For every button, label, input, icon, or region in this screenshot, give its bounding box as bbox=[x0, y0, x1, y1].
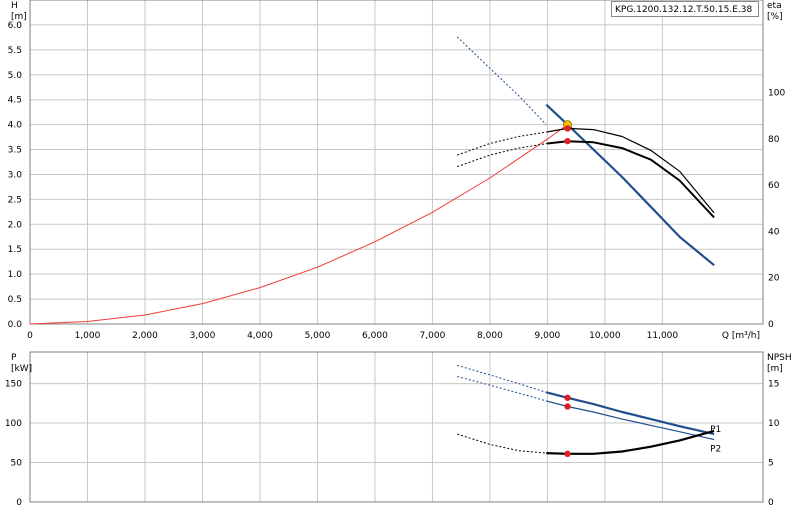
y-tick-label: 5.5 bbox=[8, 46, 22, 56]
x-tick-label: 11,000 bbox=[647, 331, 679, 341]
y-tick-label: 2.0 bbox=[8, 220, 23, 230]
y-tick-label: 0 bbox=[16, 498, 22, 508]
y2-axis-label: [m] bbox=[767, 364, 783, 374]
y2-tick-label: 20 bbox=[768, 274, 780, 284]
y2-axis-label: eta bbox=[767, 1, 782, 11]
y-tick-label: 2.5 bbox=[8, 195, 22, 205]
y-tick-label: 150 bbox=[5, 380, 22, 390]
y2-tick-label: 15 bbox=[768, 380, 779, 390]
series-p1-dashed bbox=[457, 364, 547, 393]
x-tick-label: 3,000 bbox=[190, 331, 216, 341]
series-p2-dashed bbox=[457, 376, 547, 402]
x-tick-label: 6,000 bbox=[362, 331, 388, 341]
y2-tick-label: 100 bbox=[768, 89, 785, 99]
series-npsh-dashed bbox=[457, 433, 547, 454]
series-efficiency-upper-dashed bbox=[457, 131, 548, 156]
x-tick-label: 5,000 bbox=[305, 331, 331, 341]
series-label-p1: P1 bbox=[710, 425, 721, 435]
y2-tick-label: 5 bbox=[768, 459, 774, 469]
series-efficiency-lower-dashed bbox=[457, 143, 548, 168]
eff-point-marker bbox=[564, 137, 571, 145]
eff-point-marker bbox=[564, 125, 571, 132]
y-tick-label: 0.5 bbox=[8, 295, 22, 305]
y2-tick-label: 0 bbox=[768, 320, 774, 330]
y2-tick-label: 10 bbox=[768, 419, 780, 429]
y-tick-label: 100 bbox=[5, 419, 22, 429]
y-tick-label: 1.5 bbox=[8, 245, 22, 255]
y-tick-label: 4.5 bbox=[8, 96, 22, 106]
series-p1-solid bbox=[546, 391, 715, 436]
y-tick-label: 5.0 bbox=[8, 71, 23, 81]
x-tick-label: 0 bbox=[27, 331, 33, 341]
y-axis-label: P bbox=[11, 353, 17, 363]
y-tick-label: 3.5 bbox=[8, 146, 22, 156]
y2-tick-label: 40 bbox=[768, 227, 780, 237]
model-label: KPG.1200.132.12.T.50.15.E.38 bbox=[611, 1, 759, 17]
p1-point-marker bbox=[564, 394, 571, 401]
x-tick-label: 7,000 bbox=[420, 331, 446, 341]
y-tick-label: 1.0 bbox=[8, 270, 23, 280]
series-p2-solid bbox=[546, 400, 715, 441]
y2-tick-label: 60 bbox=[768, 181, 780, 191]
y2-axis-label: [%] bbox=[767, 12, 783, 22]
x-tick-label: 1,000 bbox=[75, 331, 101, 341]
y-tick-label: 4.0 bbox=[8, 121, 23, 131]
series-label-p2: P2 bbox=[710, 445, 721, 455]
y-tick-label: 6.0 bbox=[8, 21, 23, 31]
series-efficiency-lower-solid bbox=[547, 140, 715, 219]
chart-svg: 0.0 0.5 1.0 1.5 2.0 2.5 3.0 3.5 4.0 4.5 5.0 5.5 6.0 0… bbox=[5, 0, 792, 508]
y2-tick-label: 0 bbox=[768, 498, 774, 508]
plot-frame bbox=[29, 351, 764, 503]
y2-tick-label: 80 bbox=[768, 135, 780, 145]
npsh-point-marker bbox=[564, 450, 571, 458]
pump-curve-chart: 0.0 0.5 1.0 1.5 2.0 2.5 3.0 3.5 4.0 4.5 5.0 5.5 6.0 0… bbox=[0, 0, 800, 520]
x-tick-label: 2,000 bbox=[132, 331, 158, 341]
p2-point-marker bbox=[564, 403, 571, 410]
x-tick-label: 10,000 bbox=[589, 331, 621, 341]
x-axis-label: Q [m³/h] bbox=[722, 331, 760, 341]
x-tick-label: 4,000 bbox=[247, 331, 273, 341]
x-tick-label: 8,000 bbox=[477, 331, 503, 341]
y-axis-label: [m] bbox=[11, 12, 27, 22]
y-tick-label: 0.0 bbox=[8, 320, 23, 330]
y-tick-label: 3.0 bbox=[8, 170, 23, 180]
x-tick-label: 9,000 bbox=[535, 331, 561, 341]
y-axis-label: [kW] bbox=[11, 364, 32, 374]
y-tick-label: 50 bbox=[11, 459, 23, 469]
y-axis-label: H bbox=[11, 1, 18, 11]
y2-axis-label: NPSH bbox=[767, 353, 792, 363]
